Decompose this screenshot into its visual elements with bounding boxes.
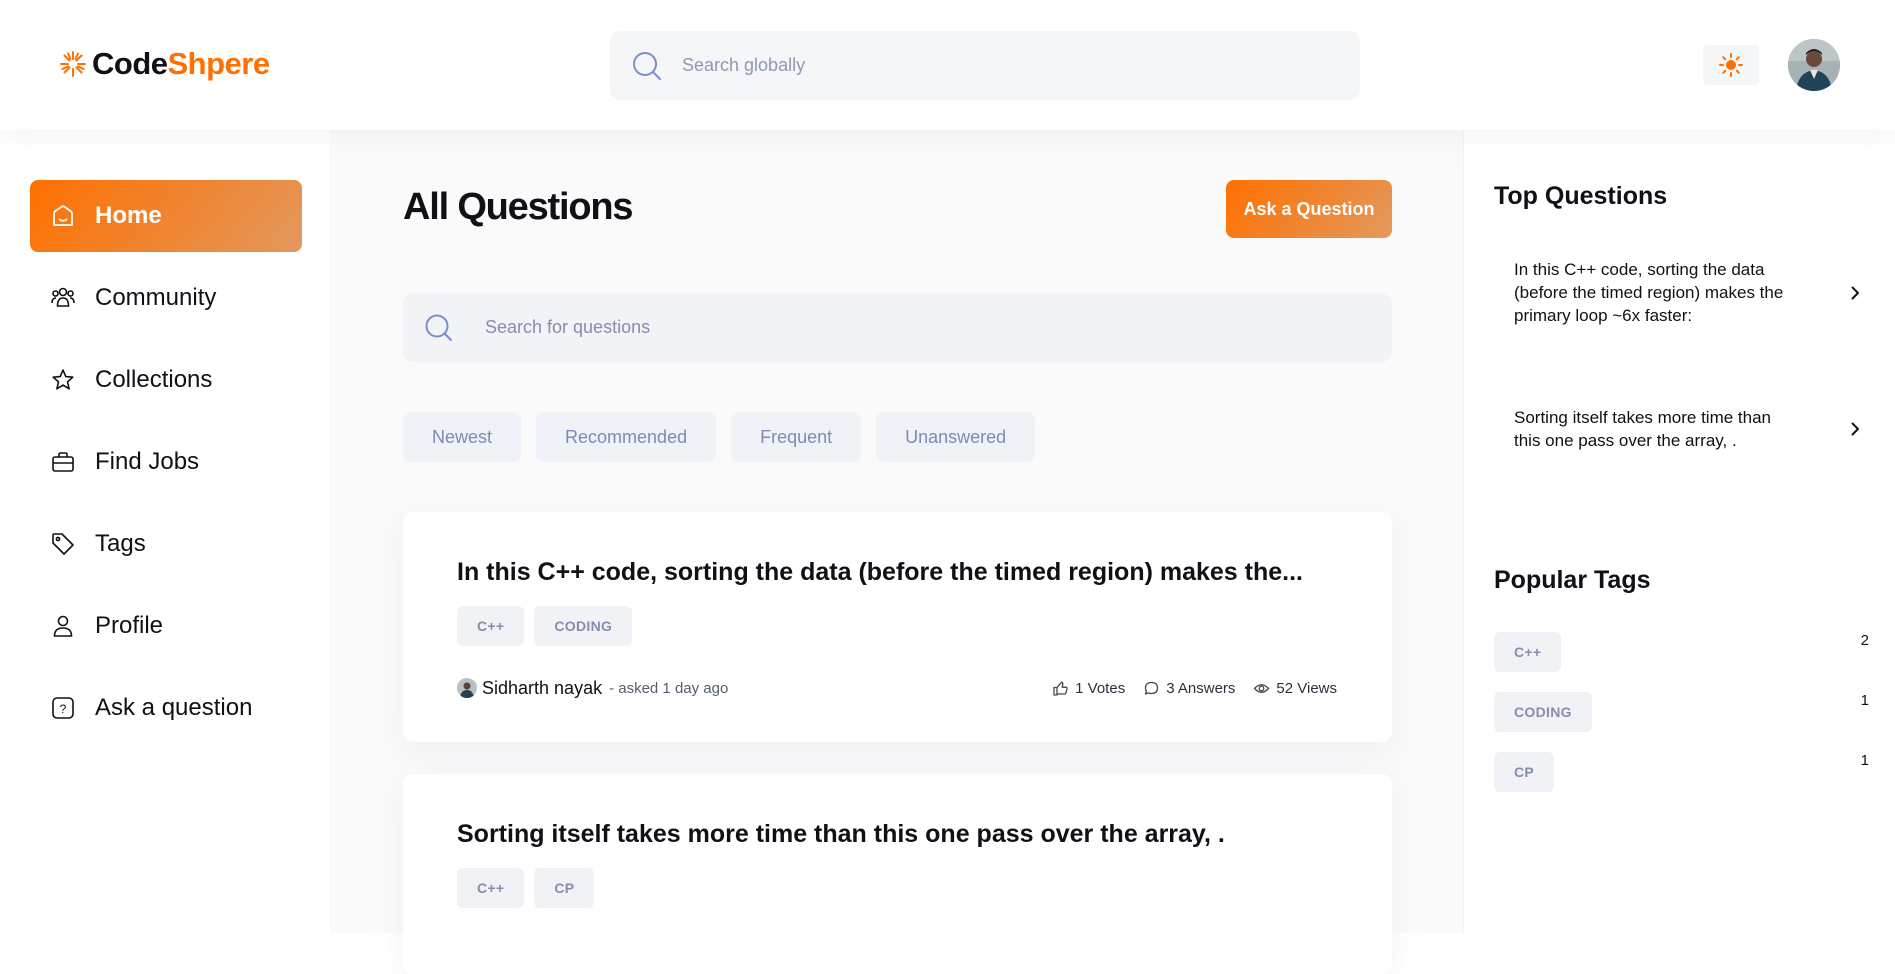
- author-avatar: [457, 678, 477, 698]
- sidebar-item-find-jobs[interactable]: Find Jobs: [30, 426, 302, 498]
- tag-chip[interactable]: CODING: [534, 606, 633, 646]
- thumbs-up-icon: [1053, 681, 1068, 696]
- avatar-image: [1788, 39, 1840, 91]
- page-title: All Questions: [403, 186, 634, 228]
- right-sidebar: Top Questions In this C++ code, sorting …: [1463, 130, 1895, 933]
- global-search-bar: [610, 31, 1360, 100]
- tag-count: 2: [1860, 632, 1869, 649]
- sidebar-item-community[interactable]: Community: [30, 262, 302, 334]
- sidebar-item-label: Ask a question: [95, 694, 253, 721]
- question-search-bar: [403, 293, 1392, 362]
- top-questions-title: Top Questions: [1494, 182, 1668, 210]
- logo-icon: [60, 51, 86, 77]
- tag-chip[interactable]: CP: [534, 868, 595, 908]
- top-question-text: In this C++ code, sorting the data (befo…: [1514, 260, 1784, 325]
- question-card: Sorting itself takes more time than this…: [403, 774, 1392, 974]
- tag-chip[interactable]: C++: [457, 868, 525, 908]
- question-meta: Sidharth nayak - asked 1 day ago 1 Votes…: [457, 676, 1337, 700]
- search-icon: [633, 51, 661, 80]
- popular-tag-row: CP 1: [1494, 752, 1869, 792]
- ask-question-button[interactable]: Ask a Question: [1226, 180, 1392, 238]
- left-sidebar: Home Community Collections Find Jobs Tag…: [0, 130, 332, 933]
- global-search-input[interactable]: [682, 45, 1322, 86]
- svg-text:?: ?: [60, 702, 67, 716]
- sidebar-item-profile[interactable]: Profile: [30, 590, 302, 662]
- tag-count: 1: [1860, 692, 1869, 709]
- sidebar-item-label: Collections: [95, 366, 213, 393]
- author-name: Sidharth nayak: [482, 677, 603, 698]
- question-author[interactable]: Sidharth nayak - asked 1 day ago: [457, 678, 728, 699]
- user-icon: [53, 615, 73, 637]
- sidebar-item-label: Find Jobs: [95, 448, 200, 475]
- top-question-item[interactable]: Sorting itself takes more time than this…: [1514, 406, 1864, 452]
- question-stats: 1 Votes 3 Answers 52 Views: [1034, 680, 1337, 697]
- theme-toggle-button[interactable]: [1703, 45, 1759, 85]
- views-count: 52 Views: [1276, 679, 1337, 697]
- sidebar-item-collections[interactable]: Collections: [30, 344, 302, 416]
- sidebar-item-ask-question[interactable]: ? Ask a question: [30, 672, 302, 744]
- votes-stat: 1 Votes: [1052, 680, 1125, 697]
- brand-name: CodeShpere: [92, 46, 270, 82]
- question-icon: ?: [52, 697, 74, 719]
- tag-chip[interactable]: C++: [1494, 632, 1562, 672]
- message-icon: [1145, 681, 1159, 695]
- main-content: All Questions Ask a Question Newest Reco…: [333, 130, 1463, 974]
- home-icon: [53, 205, 73, 226]
- tag-chip[interactable]: C++: [457, 606, 525, 646]
- top-question-text: Sorting itself takes more time than this…: [1514, 408, 1772, 450]
- chevron-right-icon: [1851, 422, 1859, 436]
- filter-frequent[interactable]: Frequent: [731, 412, 862, 462]
- popular-tags-title: Popular Tags: [1494, 566, 1651, 594]
- question-search-input[interactable]: [485, 307, 1365, 348]
- star-icon: [52, 369, 74, 390]
- sidebar-item-label: Community: [95, 284, 217, 311]
- popular-tag-row: C++ 2: [1494, 632, 1869, 672]
- tag-count: 1: [1860, 752, 1869, 769]
- filter-unanswered[interactable]: Unanswered: [876, 412, 1036, 462]
- answers-count: 3 Answers: [1166, 679, 1236, 697]
- answers-stat: 3 Answers: [1143, 680, 1235, 697]
- popular-tag-row: CODING 1: [1494, 692, 1869, 732]
- views-stat: 52 Views: [1253, 680, 1337, 697]
- filter-tabs: Newest Recommended Frequent Unanswered: [403, 412, 1050, 462]
- question-title[interactable]: Sorting itself takes more time than this…: [457, 820, 1225, 849]
- top-navbar: CodeShpere: [0, 0, 1895, 130]
- question-tags: C++ CODING: [457, 606, 642, 646]
- filter-recommended[interactable]: Recommended: [536, 412, 717, 462]
- eye-icon: [1254, 683, 1270, 693]
- question-title[interactable]: In this C++ code, sorting the data (befo…: [457, 558, 1303, 587]
- users-icon: [51, 287, 75, 307]
- sidebar-item-tags[interactable]: Tags: [30, 508, 302, 580]
- filter-newest[interactable]: Newest: [403, 412, 522, 462]
- user-avatar[interactable]: [1788, 39, 1840, 91]
- sun-icon: [1719, 53, 1743, 77]
- brand-logo[interactable]: CodeShpere: [58, 46, 270, 82]
- chevron-right-icon: [1851, 286, 1859, 299]
- brand-name-part1: Code: [92, 46, 168, 81]
- question-tags: C++ CP: [457, 868, 604, 908]
- tag-chip[interactable]: CP: [1494, 752, 1555, 792]
- sidebar-item-label: Profile: [95, 612, 164, 639]
- sidebar-item-label: Home: [95, 202, 162, 229]
- sidebar-item-label: Tags: [95, 530, 146, 557]
- tag-icon: [52, 533, 74, 555]
- question-card: In this C++ code, sorting the data (befo…: [403, 512, 1392, 742]
- briefcase-icon: [52, 452, 74, 472]
- tag-chip[interactable]: CODING: [1494, 692, 1592, 732]
- search-icon: [425, 314, 452, 341]
- top-question-item[interactable]: In this C++ code, sorting the data (befo…: [1514, 258, 1864, 327]
- sidebar-item-home[interactable]: Home: [30, 180, 302, 252]
- votes-count: 1 Votes: [1075, 679, 1126, 697]
- asked-time: - asked 1 day ago: [609, 679, 729, 697]
- brand-name-part2: Shpere: [167, 46, 271, 81]
